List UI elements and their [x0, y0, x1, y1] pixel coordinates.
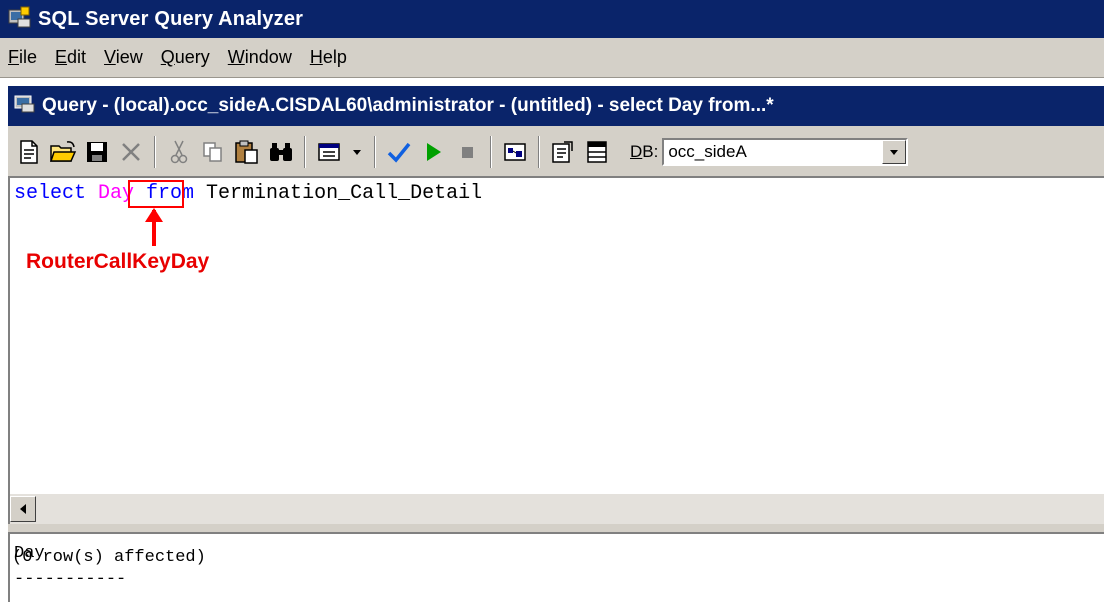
db-label-text: B: — [642, 142, 659, 161]
copy-icon[interactable] — [198, 136, 228, 168]
database-select[interactable]: occ_sideA — [662, 138, 909, 166]
results-separator: ----------- — [14, 570, 127, 589]
menu-edit[interactable]: Edit — [46, 47, 95, 68]
toolbar-separator — [490, 136, 492, 168]
query-window-title: Query - (local).occ_sideA.CISDAL60\admin… — [42, 95, 774, 116]
results-pane[interactable]: Day ----------- — [8, 532, 1104, 602]
query-editor[interactable]: select Day from Termination_Call_Detail … — [8, 176, 1104, 494]
clear-window-icon[interactable] — [116, 136, 146, 168]
highlight-box — [128, 180, 184, 208]
toolbar-separator — [304, 136, 306, 168]
new-query-icon[interactable] — [14, 136, 44, 168]
menu-view-label: iew — [115, 47, 143, 67]
chevron-down-icon[interactable] — [882, 140, 907, 164]
parse-query-icon[interactable] — [384, 136, 414, 168]
query-window: Query - (local).occ_sideA.CISDAL60\admin… — [6, 84, 1104, 602]
menu-help-mnemonic: H — [309, 47, 323, 67]
menu-help-label: elp — [322, 47, 347, 67]
toolbar-separator — [374, 136, 376, 168]
menu-query[interactable]: Query — [152, 47, 219, 68]
menu-edit-mnemonic: E — [55, 47, 68, 67]
app-title: SQL Server Query Analyzer — [38, 7, 304, 30]
menu-bar: File Edit View Query Window Help — [0, 38, 1104, 78]
db-label: DB: — [630, 142, 658, 162]
save-icon[interactable] — [82, 136, 112, 168]
results-message: (0 row(s) affected) — [12, 548, 206, 567]
database-select-value: occ_sideA — [668, 142, 747, 161]
menu-window[interactable]: Window — [219, 47, 301, 68]
menu-view[interactable]: View — [95, 47, 152, 68]
menu-view-mnemonic: V — [104, 47, 116, 67]
query-window-icon[interactable] — [14, 95, 36, 118]
cancel-query-icon[interactable] — [452, 136, 482, 168]
menu-file-label: ile — [19, 47, 38, 67]
execute-query-icon[interactable] — [418, 136, 448, 168]
menu-query-label: uery — [174, 47, 210, 67]
horizontal-scrollbar[interactable] — [8, 494, 1104, 524]
menu-edit-label: dit — [67, 47, 87, 67]
cut-icon[interactable] — [164, 136, 194, 168]
toolbar-separator — [538, 136, 540, 168]
object-browser-icon[interactable] — [548, 136, 578, 168]
scroll-left-icon[interactable] — [10, 496, 36, 522]
db-label-mnemonic: D — [630, 142, 643, 161]
paste-icon[interactable] — [232, 136, 262, 168]
menu-file-mnemonic: F — [8, 47, 19, 67]
up-arrow-icon — [142, 206, 166, 255]
results-mode-icon[interactable] — [314, 136, 344, 168]
open-file-icon[interactable] — [48, 136, 78, 168]
pane-splitter[interactable] — [8, 524, 1104, 532]
execution-plan-icon[interactable] — [500, 136, 530, 168]
menu-file[interactable]: File — [0, 47, 46, 68]
find-icon[interactable] — [266, 136, 296, 168]
menu-window-label: indow — [244, 47, 292, 67]
menu-help[interactable]: Help — [301, 47, 356, 68]
toolbar-separator — [154, 136, 156, 168]
query-text: select Day from Termination_Call_Detail — [14, 182, 482, 205]
annotation-label: RouterCallKeyDay — [26, 250, 210, 273]
keyword-select: select — [14, 182, 99, 205]
app-title-bar: SQL Server Query Analyzer — [0, 0, 1104, 38]
query-toolbar: DB: occ_sideA — [8, 128, 1104, 176]
query-window-title-bar: Query - (local).occ_sideA.CISDAL60\admin… — [8, 86, 1104, 126]
menu-window-mnemonic: W — [227, 47, 245, 67]
query-analyzer-app-icon[interactable] — [8, 5, 32, 34]
dropdown-arrow-icon[interactable] — [348, 136, 366, 168]
menu-query-mnemonic: Q — [160, 47, 175, 67]
results-pane-icon[interactable] — [582, 136, 612, 168]
table-name: Termination_Call_Detail — [206, 182, 483, 205]
